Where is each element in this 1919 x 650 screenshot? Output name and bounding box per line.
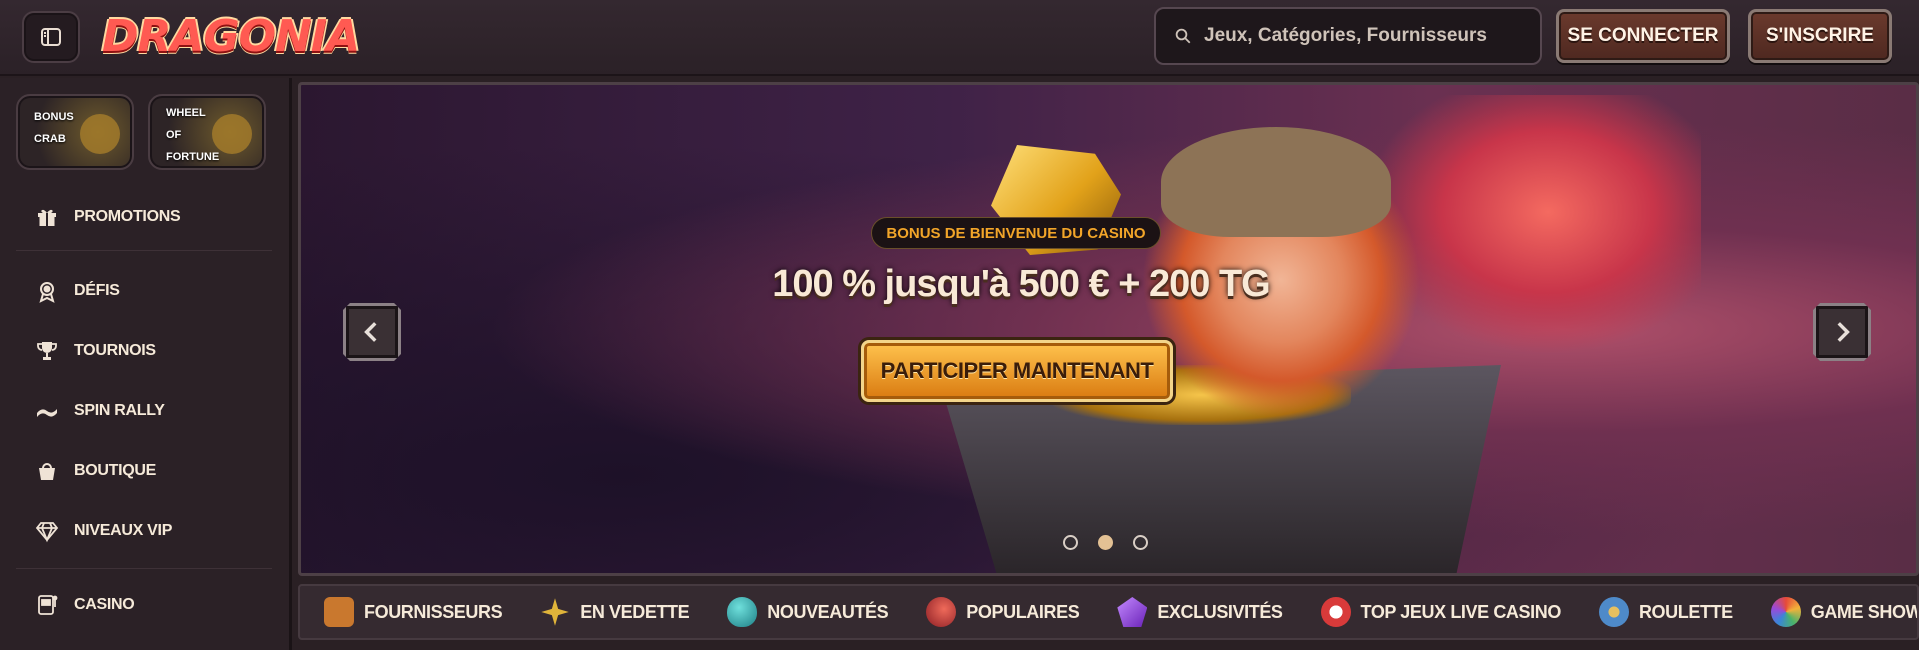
category-bar: FOURNISSEURS EN VEDETTE NOUVEAUTÉS POPUL… <box>298 584 1919 640</box>
egg-icon <box>727 597 758 627</box>
top-header: DRAGONIA SE CONNECTER S'INSCRIRE <box>0 0 1919 76</box>
signup-button[interactable]: S'INSCRIRE <box>1748 9 1892 63</box>
bonus-headline: 100 % jusqu'à 500 € + 200 TG <box>772 263 1271 305</box>
race-flag-icon <box>34 398 60 424</box>
sidebar-divider <box>16 250 272 251</box>
carousel-dot[interactable] <box>1063 535 1078 550</box>
welcome-bonus-badge: BONUS DE BIENVENUE DU CASINO <box>871 217 1161 249</box>
sidebar-item-casino[interactable]: CASINO <box>34 590 135 620</box>
miner-hat-art <box>1161 127 1391 237</box>
carousel-prev-button[interactable] <box>343 303 401 361</box>
category-roulette[interactable]: ROULETTE <box>1598 597 1733 627</box>
wheel-icon <box>1770 597 1801 627</box>
chevron-right-icon <box>1837 322 1850 342</box>
bonus-crab-tile[interactable]: BONUS CRAB <box>16 94 134 170</box>
roulette-icon <box>1598 597 1629 627</box>
fortune-wheel-icon <box>212 114 252 154</box>
chevron-left-icon <box>364 322 377 342</box>
carousel-dot-active[interactable] <box>1098 535 1113 550</box>
slot-machine-icon <box>34 592 60 618</box>
search-input[interactable] <box>1204 25 1524 47</box>
sidebar-item-tournois[interactable]: TOURNOIS <box>34 336 156 366</box>
category-populaires[interactable]: POPULAIRES <box>926 597 1080 627</box>
category-nouveautes[interactable]: NOUVEAUTÉS <box>727 597 889 627</box>
treasure-chest-icon <box>324 597 354 627</box>
sidebar: BONUS CRAB WHEEL OF FORTUNE PROMOTIONS D… <box>0 78 292 650</box>
wheel-of-fortune-tile[interactable]: WHEEL OF FORTUNE <box>148 94 266 170</box>
participate-now-button[interactable]: PARTICIPER MAINTENANT <box>861 340 1173 402</box>
diamond-icon <box>34 518 60 544</box>
carousel-dots <box>1063 535 1148 550</box>
star-icon <box>540 597 570 627</box>
gem-icon <box>1117 597 1148 627</box>
dragonia-logo[interactable]: DRAGONIA <box>102 6 360 68</box>
gift-icon <box>34 204 60 230</box>
category-top-jeux-live-casino[interactable]: TOP JEUX LIVE CASINO <box>1320 597 1561 627</box>
category-exclusivites[interactable]: EXCLUSIVITÉS <box>1117 597 1283 627</box>
sidebar-item-promotions[interactable]: PROMOTIONS <box>34 202 181 232</box>
promo-banner[interactable]: BONUS DE BIENVENUE DU CASINO 100 % jusqu… <box>298 82 1919 576</box>
shopping-bag-icon <box>34 458 60 484</box>
crab-icon <box>80 114 120 154</box>
rocket-icon <box>926 597 957 627</box>
sidebar-toggle-button[interactable] <box>22 11 80 63</box>
search-box[interactable] <box>1154 7 1542 65</box>
sidebar-item-boutique[interactable]: BOUTIQUE <box>34 456 156 486</box>
sidebar-divider <box>16 568 272 569</box>
sidebar-item-spin-rally[interactable]: SPIN RALLY <box>34 396 165 426</box>
category-en-vedette[interactable]: EN VEDETTE <box>540 597 690 627</box>
medal-icon <box>34 278 60 304</box>
carousel-next-button[interactable] <box>1813 303 1871 361</box>
trophy-icon <box>34 338 60 364</box>
login-button[interactable]: SE CONNECTER <box>1556 9 1730 63</box>
category-fournisseurs[interactable]: FOURNISSEURS <box>324 597 503 627</box>
category-game-shows[interactable]: GAME SHOWS <box>1770 597 1917 627</box>
search-icon <box>1175 28 1191 44</box>
sidebar-item-defis[interactable]: DÉFIS <box>34 276 120 306</box>
sidebar-panel-icon <box>41 28 61 46</box>
sidebar-item-niveaux-vip[interactable]: NIVEAUX VIP <box>34 516 172 546</box>
carousel-dot[interactable] <box>1133 535 1148 550</box>
poker-chip-icon <box>1320 597 1351 627</box>
